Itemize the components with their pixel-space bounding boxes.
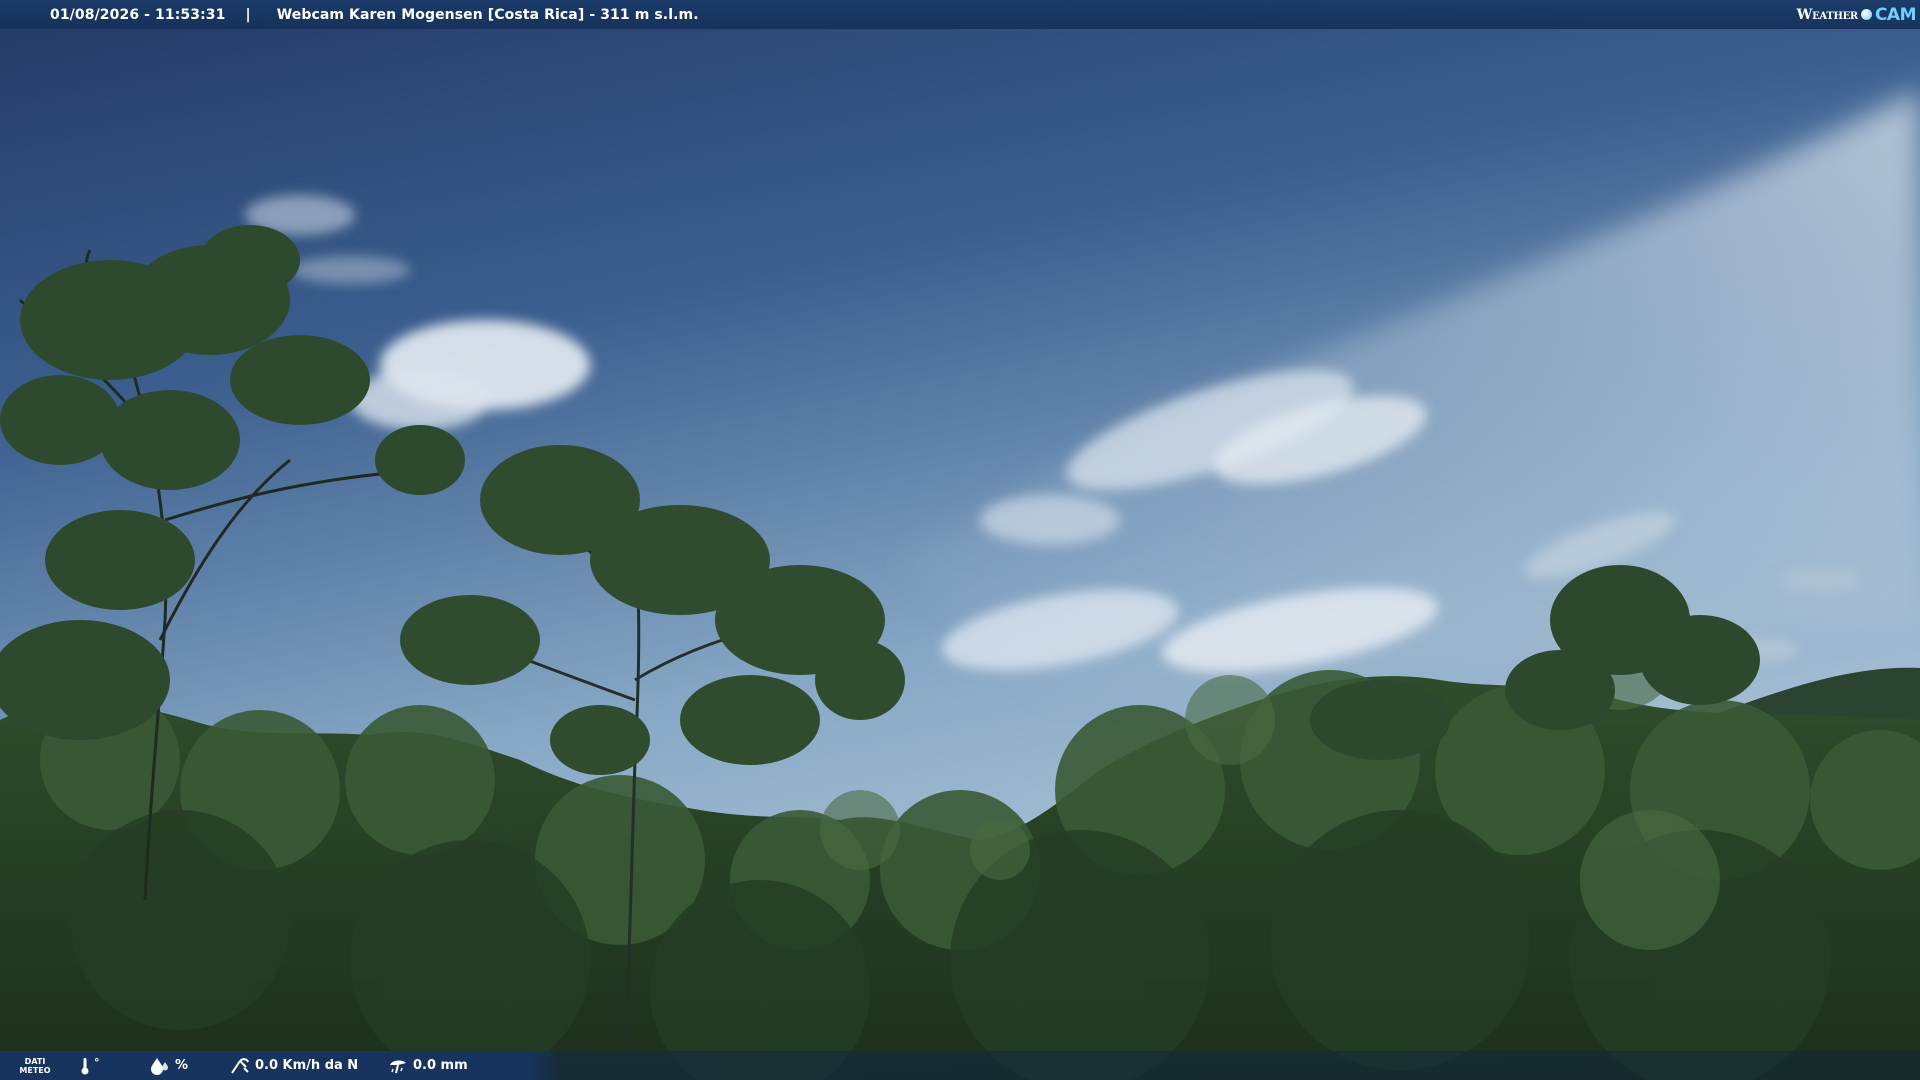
weathercam-logo: Weather CAM (1796, 0, 1917, 29)
humidity-drop-icon (151, 1057, 168, 1075)
datetime-label: 01/08/2026 - 11:53:31 (50, 6, 226, 23)
logo-globe-icon (1860, 9, 1872, 20)
rain-stat: 0.0 mm (388, 1057, 468, 1075)
webcam-title: Webcam Karen Mogensen [Costa Rica] - 311… (276, 6, 699, 23)
wind-icon (231, 1057, 249, 1074)
webcam-image (0, 0, 1920, 1080)
rain-value: 0.0 mm (413, 1058, 468, 1073)
weather-bar: DATI METEO ° % 0.0 Km/h da N 0.0 mm (0, 1051, 1920, 1080)
webcam-scene (0, 0, 1920, 1080)
thermometer-icon (81, 1057, 89, 1074)
meteo-data-label: DATI METEO (0, 1057, 70, 1075)
meteo-label-line1: DATI (24, 1056, 46, 1066)
meteo-label-line2: METEO (19, 1065, 51, 1075)
rain-icon (390, 1060, 406, 1073)
logo-word-cam: CAM (1874, 4, 1917, 25)
temperature-unit: ° (94, 1056, 100, 1069)
logo-word-weather: Weather (1796, 6, 1859, 23)
wind-value: 0.0 Km/h da N (255, 1058, 359, 1073)
wind-stat: 0.0 Km/h da N (230, 1057, 388, 1075)
temperature-stat: ° (70, 1056, 150, 1075)
header-bar: 01/08/2026 - 11:53:31 | Webcam Karen Mog… (0, 0, 1920, 29)
humidity-unit: % (175, 1058, 189, 1073)
humidity-stat: % (150, 1057, 230, 1075)
header-separator: | (245, 6, 251, 23)
